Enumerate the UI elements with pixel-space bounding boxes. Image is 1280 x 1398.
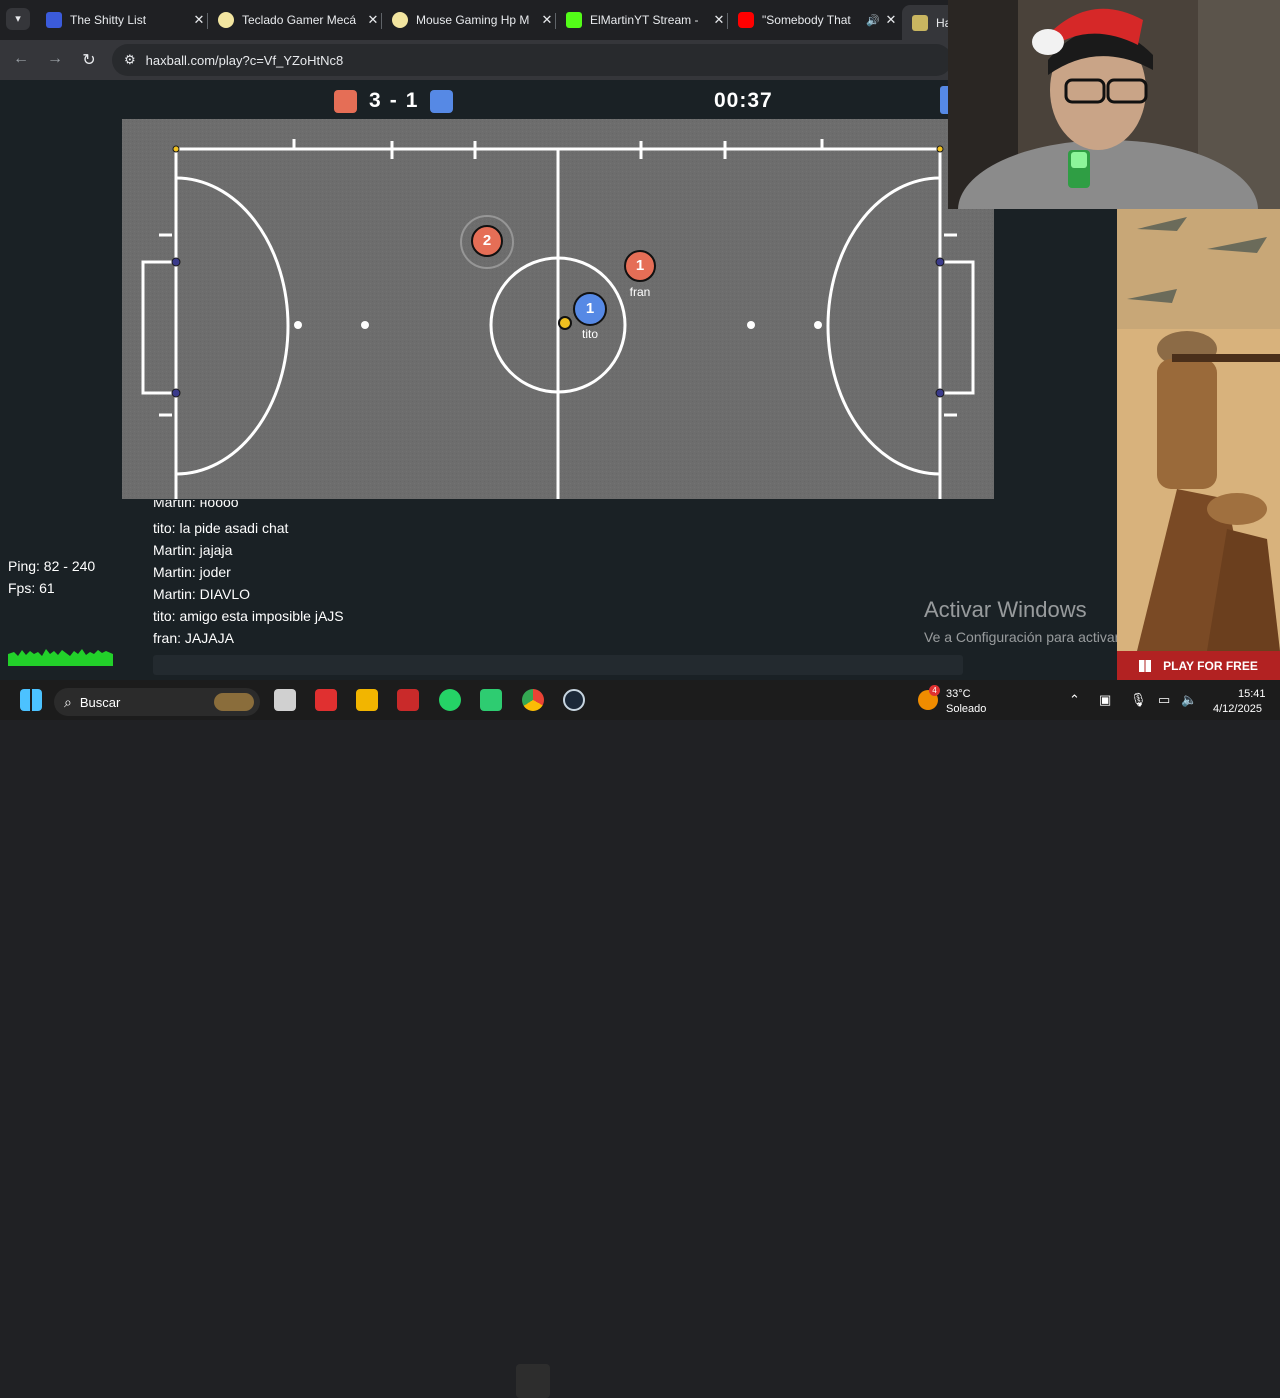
blue-team-square xyxy=(430,89,454,113)
search-icon: ⌕ xyxy=(64,693,72,710)
volume-icon[interactable]: 🔈 xyxy=(1181,692,1197,708)
close-tab-icon[interactable]: ✕ xyxy=(710,12,728,28)
player-name-tito: tito xyxy=(581,327,598,341)
close-tab-icon[interactable]: ✕ xyxy=(538,12,556,28)
url-text[interactable]: haxball.com/play?c=Vf_YZoHtNc8 xyxy=(146,53,344,68)
microphone-icon[interactable]: 🎙 xyxy=(1130,692,1147,708)
app-tray-icon[interactable]: ▣ xyxy=(1099,692,1111,708)
app-icon[interactable] xyxy=(480,689,502,711)
address-bar[interactable]: ⚙ haxball.com/play?c=Vf_YZoHtNc8 xyxy=(112,44,952,76)
weather-badge: 4 xyxy=(929,685,940,696)
activate-windows-title: Activar Windows xyxy=(924,597,1087,622)
mercadolibre-icon xyxy=(392,12,408,28)
game-advertisement[interactable]: PLAY FOR FREE xyxy=(1117,209,1280,680)
site-info-icon[interactable]: ⚙ xyxy=(124,52,136,68)
score-blue: 1 xyxy=(405,89,419,112)
chevron-up-icon[interactable]: ⌃ xyxy=(1069,692,1080,708)
windows-logo-icon xyxy=(1139,659,1152,672)
steam-icon[interactable] xyxy=(563,689,585,711)
player-name-fran: fran xyxy=(629,285,651,299)
kick-icon xyxy=(566,12,582,28)
chrome-active-indicator xyxy=(516,1364,550,1398)
chat-panel: Martin: ноооо tito: la pide asadi chat M… xyxy=(143,500,973,680)
forward-arrow-icon[interactable]: → xyxy=(44,50,66,68)
close-tab-icon[interactable]: ✕ xyxy=(190,12,208,28)
chat-line: tito: amigo esta imposible jAJS xyxy=(153,608,344,624)
chat-input[interactable] xyxy=(153,655,963,675)
tab-elmartinyt-stream[interactable]: ElMartinYT Stream - ✕ xyxy=(556,5,728,35)
play-for-free-button[interactable]: PLAY FOR FREE xyxy=(1117,651,1280,680)
close-tab-icon[interactable]: ✕ xyxy=(364,12,382,28)
player-red-1: 1 xyxy=(624,250,656,282)
match-timer: 00:37 xyxy=(714,89,773,112)
player-red-2: 2 xyxy=(471,225,503,257)
weather-temperature[interactable]: 33°C xyxy=(946,688,971,700)
clock-time[interactable]: 15:41 xyxy=(1238,688,1266,700)
youtube-icon xyxy=(738,12,754,28)
webcam-overlay xyxy=(948,0,1280,209)
menu-button-edge[interactable] xyxy=(940,86,948,114)
voicemeeter-icon[interactable] xyxy=(397,689,419,711)
chat-line: Martin: DIAVLO xyxy=(153,586,250,602)
close-tab-icon[interactable]: ✕ xyxy=(882,12,900,28)
chat-line: tito: la pide asadi chat xyxy=(153,520,289,536)
start-windows-icon[interactable] xyxy=(20,689,42,711)
ping-readout: Ping: 82 - 240 xyxy=(8,558,96,574)
whatsapp-icon[interactable] xyxy=(439,689,461,711)
weather-condition[interactable]: Soleado xyxy=(946,703,986,715)
clock-date[interactable]: 4/12/2025 xyxy=(1213,703,1262,715)
fps-readout: Fps: 61 xyxy=(8,580,55,596)
chat-line: Martin: joder xyxy=(153,564,231,580)
tab-the-shitty-list[interactable]: The Shitty List ✕ xyxy=(36,5,208,35)
ad-artwork xyxy=(1117,209,1280,651)
tab-search-chevron-down-icon[interactable]: ▾ xyxy=(6,8,30,30)
search-highlight-image xyxy=(214,693,254,711)
task-view-icon[interactable] xyxy=(274,689,296,711)
globe-icon xyxy=(46,12,62,28)
chat-line: Martin: jajaja xyxy=(153,542,233,558)
webcam-image xyxy=(948,0,1280,209)
speaker-icon[interactable]: 🔊 xyxy=(864,14,882,27)
ball xyxy=(558,316,572,330)
score-red: 3 xyxy=(369,89,382,112)
browser-toolbar: ← → ↻ ⚙ haxball.com/play?c=Vf_YZoHtNc8 xyxy=(0,40,952,80)
fps-graph xyxy=(8,649,113,666)
field-lines xyxy=(122,119,994,499)
file-explorer-icon[interactable] xyxy=(356,689,378,711)
back-arrow-icon[interactable]: ← xyxy=(10,50,32,68)
red-team-square xyxy=(334,89,357,113)
network-icon[interactable]: ▭ xyxy=(1158,692,1170,708)
scoreboard: 3 - 1 xyxy=(334,88,454,114)
tab-somebody-that[interactable]: "Somebody That 🔊 ✕ xyxy=(728,5,900,35)
player-blue-1: 1 xyxy=(573,292,607,326)
game-field[interactable]: 2 1 fran 1 tito xyxy=(122,119,994,499)
mercadolibre-icon xyxy=(218,12,234,28)
taskbar-search-box[interactable]: ⌕ Buscar xyxy=(54,688,260,716)
tab-mouse-gaming[interactable]: Mouse Gaming Hp M ✕ xyxy=(382,5,556,35)
score-separator: - xyxy=(389,89,398,112)
search-placeholder: Buscar xyxy=(79,694,121,710)
reload-icon[interactable]: ↻ xyxy=(78,50,100,70)
chat-line: fran: JAJAJA xyxy=(153,630,234,646)
haxball-icon xyxy=(912,14,928,31)
chrome-icon[interactable] xyxy=(522,689,544,711)
amd-icon[interactable] xyxy=(315,689,337,711)
tab-teclado-gamer[interactable]: Teclado Gamer Mecá ✕ xyxy=(208,5,382,35)
